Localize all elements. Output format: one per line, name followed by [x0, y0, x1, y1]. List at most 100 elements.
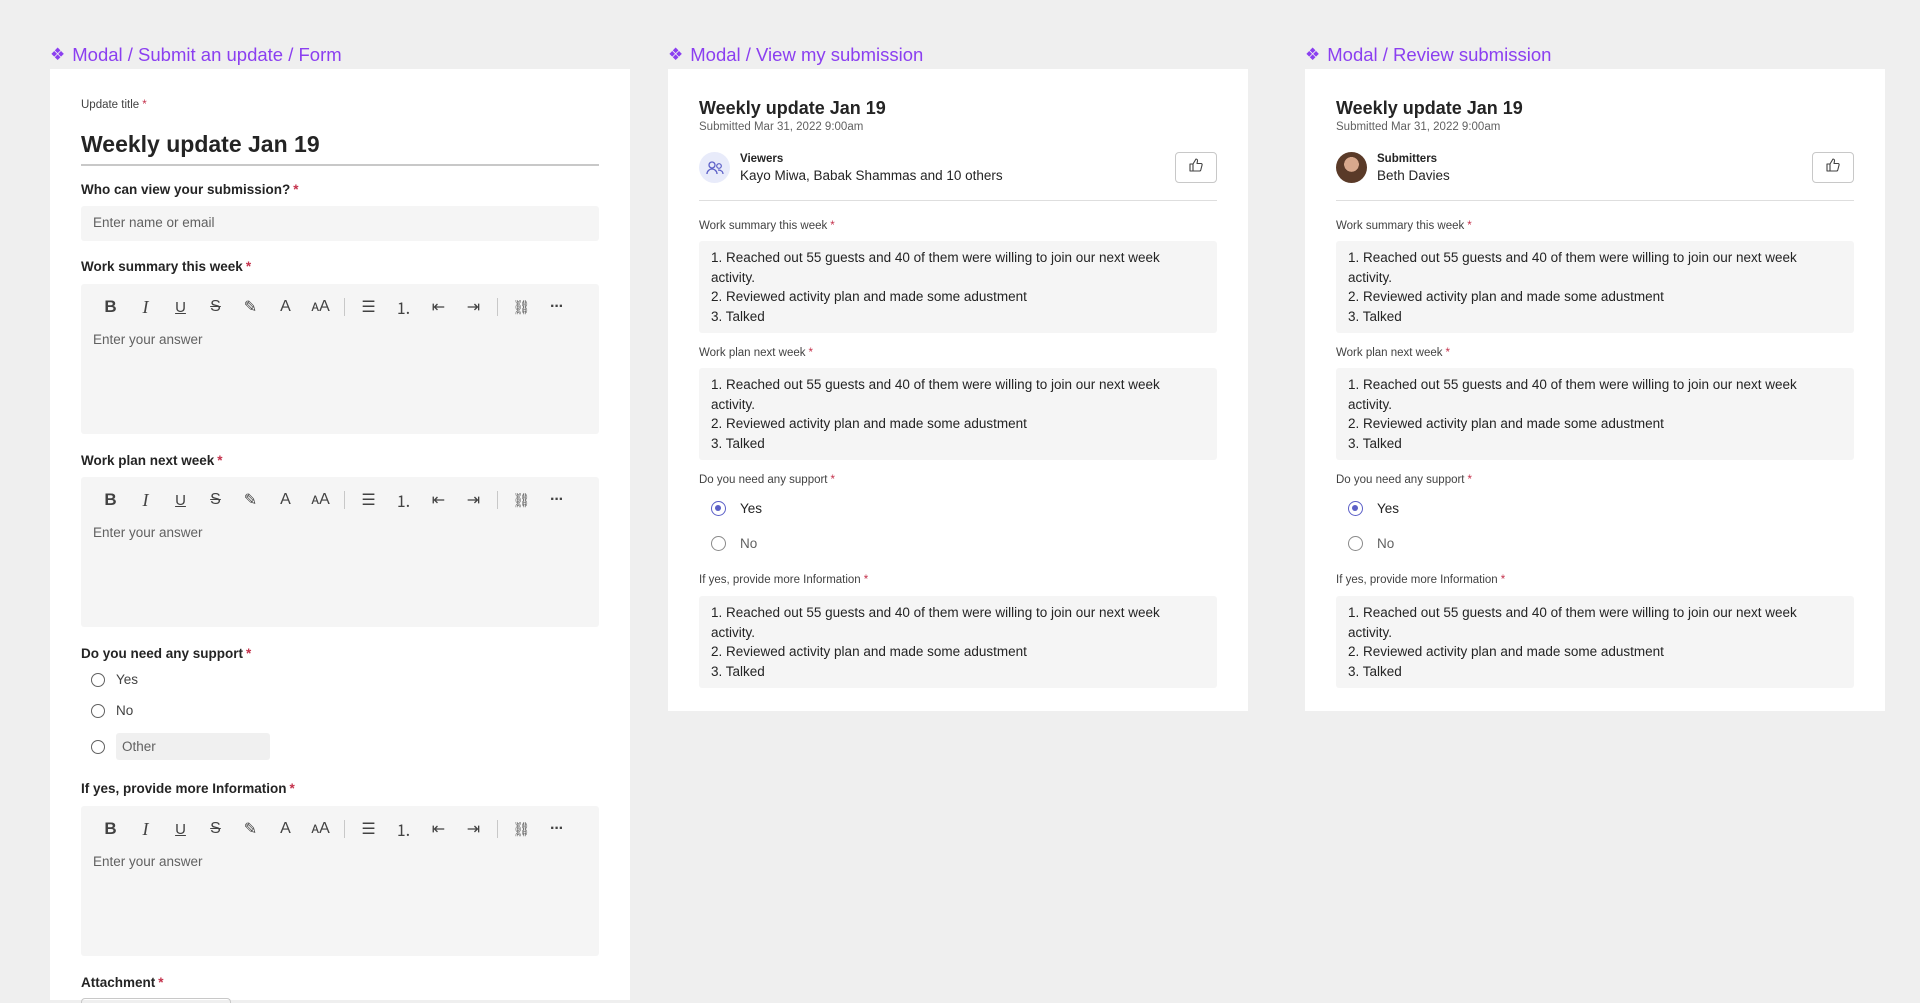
strikethrough-icon[interactable]: S [198, 814, 233, 844]
frame-label-view: ❖ Modal / View my submission [668, 44, 924, 65]
decrease-indent-icon[interactable]: ⇤ [421, 814, 456, 844]
viewers-names: Kayo Miwa, Babak Shammas and 10 others [740, 167, 1003, 183]
radio-button[interactable] [91, 672, 105, 687]
italic-icon[interactable]: I [128, 292, 163, 322]
update-title-label: Update title * [81, 99, 147, 111]
summary-editor[interactable]: B I U S ✎ AᴀA ☰ ⒈ ⇤ ⇥ ⛓ ··· Enter your answer [81, 284, 599, 434]
font-size-icon[interactable]: ᴀA [303, 292, 338, 322]
plan-answer: 1. Reached out 55 guests and 40 of them … [699, 368, 1217, 460]
italic-icon[interactable]: I [128, 485, 163, 515]
info-label: If yes, provide more Information * [1336, 574, 1506, 586]
bold-icon[interactable]: B [93, 814, 128, 844]
support-label: Do you need any support * [699, 474, 835, 486]
summary-label: Work summary this week * [81, 259, 252, 274]
component-icon: ❖ [668, 45, 684, 64]
radio-selected [711, 501, 726, 516]
decrease-indent-icon[interactable]: ⇤ [421, 485, 456, 515]
font-color-icon[interactable]: A [268, 814, 303, 844]
strikethrough-icon[interactable]: S [198, 485, 233, 515]
highlight-icon[interactable]: ✎ [233, 485, 268, 515]
radio-button [711, 536, 726, 551]
info-placeholder: Enter your answer [93, 854, 203, 869]
toolbar-separator [344, 820, 345, 838]
support-option-no[interactable]: No [91, 703, 133, 718]
info-label: If yes, provide more Information * [81, 781, 295, 796]
update-title-input[interactable]: Weekly update Jan 19 [81, 126, 599, 166]
people-icon [699, 152, 730, 183]
plan-label: Work plan next week * [81, 453, 223, 468]
summary-answer: 1. Reached out 55 guests and 40 of them … [1336, 241, 1854, 333]
viewers-row: Viewers Kayo Miwa, Babak Shammas and 10 … [699, 152, 1003, 183]
radio-button[interactable] [91, 703, 105, 718]
font-color-icon[interactable]: A [268, 485, 303, 515]
toolbar-separator [497, 491, 498, 509]
numbered-list-icon[interactable]: ⒈ [386, 485, 421, 515]
decrease-indent-icon[interactable]: ⇤ [421, 292, 456, 322]
attachment-button[interactable] [81, 998, 231, 1003]
more-icon[interactable]: ··· [539, 292, 574, 322]
info-toolbar: B I U S ✎ AᴀA ☰ ⒈ ⇤ ⇥ ⛓ ··· [93, 806, 574, 852]
link-icon[interactable]: ⛓ [504, 292, 539, 322]
increase-indent-icon[interactable]: ⇥ [456, 292, 491, 322]
radio-selected [1348, 501, 1363, 516]
plan-toolbar: B I U S ✎ AᴀA ☰ ⒈ ⇤ ⇥ ⛓ ··· [93, 477, 574, 523]
summary-placeholder: Enter your answer [93, 332, 203, 347]
highlight-icon[interactable]: ✎ [233, 292, 268, 322]
increase-indent-icon[interactable]: ⇥ [456, 485, 491, 515]
support-option-no: No [1348, 536, 1394, 551]
toolbar-separator [344, 298, 345, 316]
divider [1336, 200, 1854, 201]
bullet-list-icon[interactable]: ☰ [351, 814, 386, 844]
italic-icon[interactable]: I [128, 814, 163, 844]
strikethrough-icon[interactable]: S [198, 292, 233, 322]
support-option-other[interactable]: Other [91, 733, 270, 760]
toolbar-separator [497, 820, 498, 838]
toolbar-separator [344, 491, 345, 509]
numbered-list-icon[interactable]: ⒈ [386, 292, 421, 322]
plan-answer: 1. Reached out 55 guests and 40 of them … [1336, 368, 1854, 460]
plan-label: Work plan next week * [699, 347, 814, 359]
submission-title: Weekly update Jan 19 [699, 98, 886, 118]
numbered-list-icon[interactable]: ⒈ [386, 814, 421, 844]
component-icon: ❖ [50, 45, 66, 64]
increase-indent-icon[interactable]: ⇥ [456, 814, 491, 844]
info-answer: 1. Reached out 55 guests and 40 of them … [699, 596, 1217, 688]
bold-icon[interactable]: B [93, 485, 128, 515]
avatar [1336, 152, 1367, 183]
more-icon[interactable]: ··· [539, 485, 574, 515]
info-editor[interactable]: B I U S ✎ AᴀA ☰ ⒈ ⇤ ⇥ ⛓ ··· Enter your answer [81, 806, 599, 956]
font-size-icon[interactable]: ᴀA [303, 814, 338, 844]
info-label: If yes, provide more Information * [699, 574, 869, 586]
underline-icon[interactable]: U [163, 814, 198, 844]
like-button[interactable] [1175, 152, 1217, 183]
bullet-list-icon[interactable]: ☰ [351, 485, 386, 515]
support-option-no: No [711, 536, 757, 551]
radio-button[interactable] [91, 739, 105, 754]
underline-icon[interactable]: U [163, 292, 198, 322]
summary-answer: 1. Reached out 55 guests and 40 of them … [699, 241, 1217, 333]
more-icon[interactable]: ··· [539, 814, 574, 844]
review-submission-modal: Weekly update Jan 19 Submitted Mar 31, 2… [1305, 69, 1885, 711]
like-button[interactable] [1812, 152, 1854, 183]
highlight-icon[interactable]: ✎ [233, 814, 268, 844]
view-submission-modal: Weekly update Jan 19 Submitted Mar 31, 2… [668, 69, 1248, 711]
font-size-icon[interactable]: ᴀA [303, 485, 338, 515]
underline-icon[interactable]: U [163, 485, 198, 515]
bold-icon[interactable]: B [93, 292, 128, 322]
support-option-yes: Yes [1348, 501, 1399, 516]
bullet-list-icon[interactable]: ☰ [351, 292, 386, 322]
link-icon[interactable]: ⛓ [504, 485, 539, 515]
plan-placeholder: Enter your answer [93, 525, 203, 540]
link-icon[interactable]: ⛓ [504, 814, 539, 844]
viewers-label: Who can view your submission? * [81, 182, 299, 197]
font-color-icon[interactable]: A [268, 292, 303, 322]
support-option-yes[interactable]: Yes [91, 672, 138, 687]
info-answer: 1. Reached out 55 guests and 40 of them … [1336, 596, 1854, 688]
viewers-input[interactable]: Enter name or email [81, 206, 599, 241]
toolbar-separator [497, 298, 498, 316]
frame-label-form: ❖ Modal / Submit an update / Form [50, 44, 342, 65]
other-input[interactable]: Other [116, 733, 270, 760]
plan-editor[interactable]: B I U S ✎ AᴀA ☰ ⒈ ⇤ ⇥ ⛓ ··· Enter your answer [81, 477, 599, 627]
submitted-time: Submitted Mar 31, 2022 9:00am [1336, 121, 1501, 133]
support-label: Do you need any support * [81, 646, 252, 661]
